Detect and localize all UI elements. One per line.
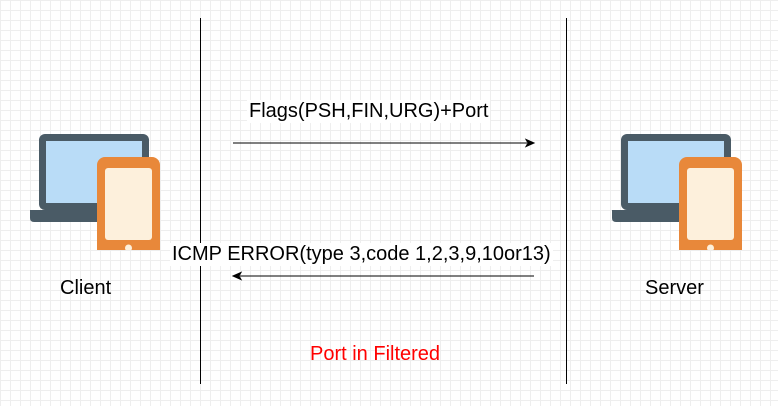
laptop-phone-icon (612, 134, 742, 257)
request-message-label: Flags(PSH,FIN,URG)+Port (247, 100, 491, 123)
response-message-label: ICMP ERROR(type 3,code 1,2,3,9,10or13) (170, 243, 553, 266)
diagram-canvas: Client Server Flags(PSH,FIN,URG)+Port IC… (0, 0, 778, 406)
server-device (612, 130, 742, 257)
client-label: Client (60, 277, 112, 299)
request-arrow (233, 138, 536, 148)
client-device (30, 130, 160, 257)
laptop-phone-icon (30, 134, 160, 257)
result-label: Port in Filtered (310, 343, 441, 365)
server-lifeline (566, 18, 567, 384)
response-arrow (231, 271, 534, 281)
server-label: Server (645, 277, 704, 299)
client-lifeline (200, 18, 201, 384)
